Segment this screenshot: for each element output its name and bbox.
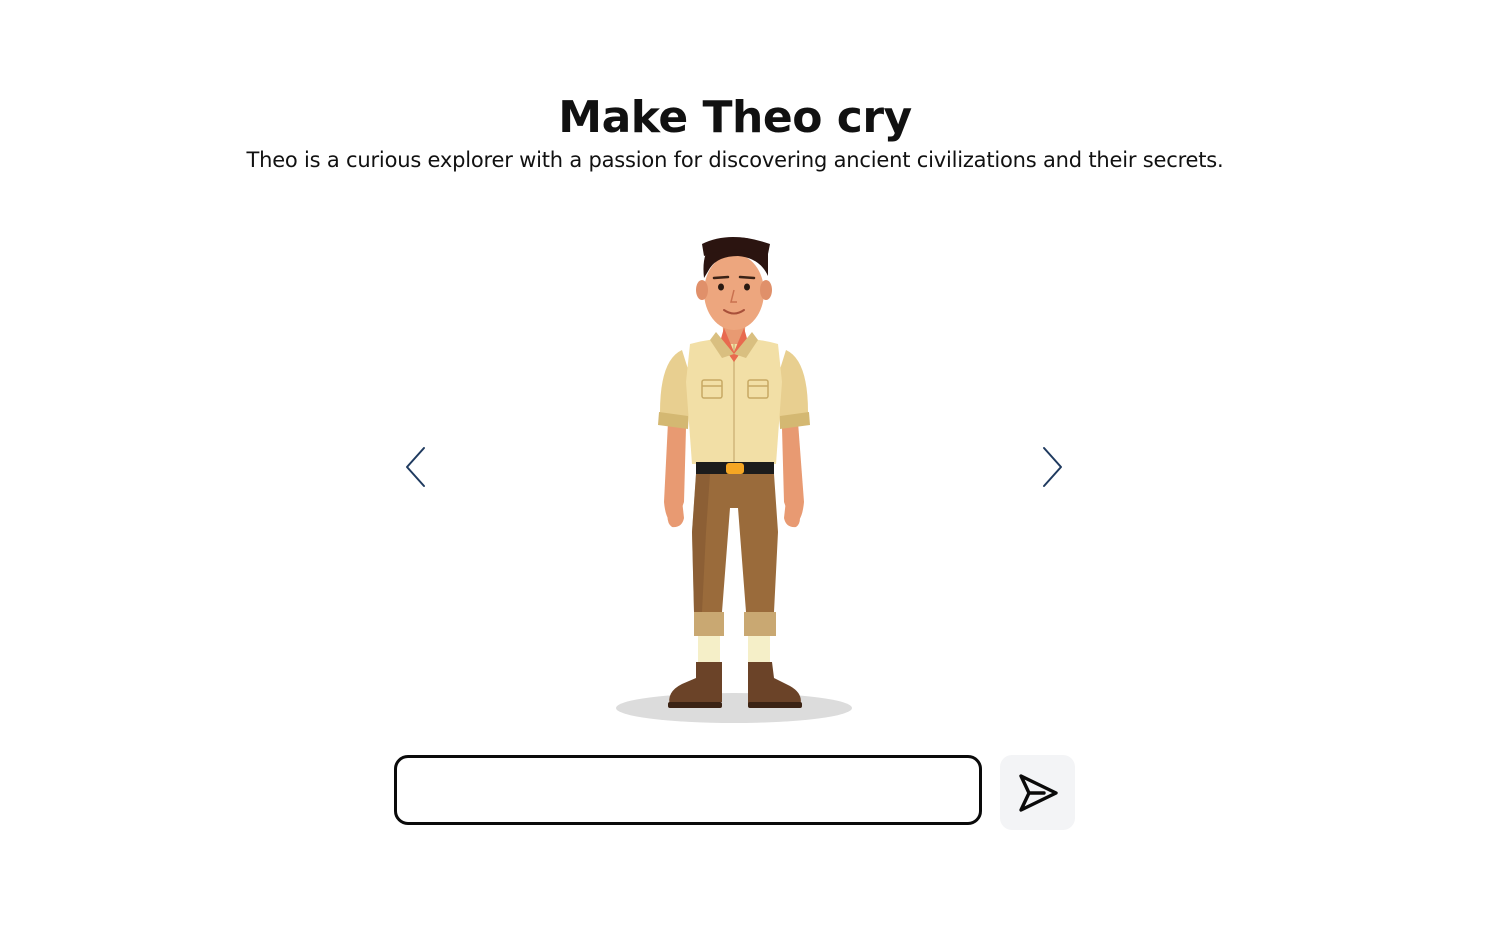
message-input[interactable] [394,755,982,825]
send-button[interactable] [1000,755,1075,830]
chevron-left-icon [406,447,425,487]
carousel-prev-button[interactable] [404,446,428,488]
ground-shadow [616,693,852,723]
character-illustration [616,237,852,723]
paper-plane-icon [1018,773,1058,812]
page: Make Theo cry Theo is a curious explorer… [0,0,1498,937]
character-description: Theo is a curious explorer with a passio… [246,148,1224,172]
page-title: Make Theo cry [558,92,912,143]
carousel-next-button[interactable] [1040,446,1064,488]
chevron-right-icon [1043,447,1062,487]
